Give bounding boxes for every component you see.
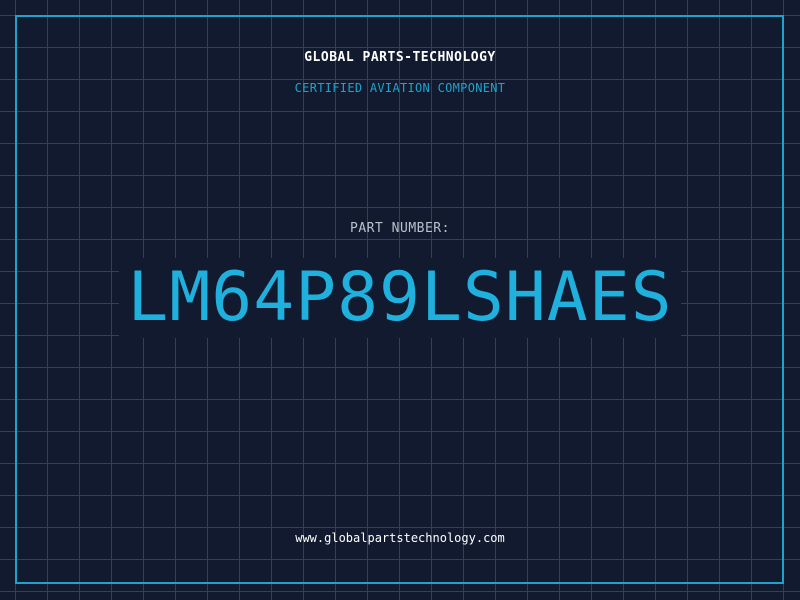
part-number-label: PART NUMBER: (350, 221, 450, 236)
website-url: www.globalpartstechnology.com (295, 531, 505, 545)
company-name: GLOBAL PARTS-TECHNOLOGY (304, 50, 496, 65)
part-number-value: LM64P89LSHAES (119, 258, 681, 338)
part-number-container: LM64P89LSHAES (0, 258, 800, 338)
tagline: CERTIFIED AVIATION COMPONENT (294, 81, 506, 95)
